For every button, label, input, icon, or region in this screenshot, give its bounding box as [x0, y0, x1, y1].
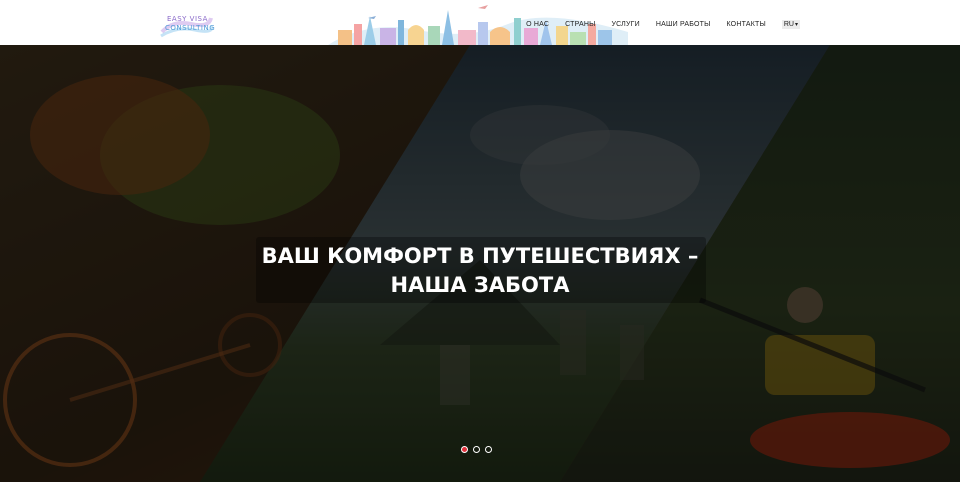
nav-item-services[interactable]: УСЛУГИ — [612, 21, 640, 28]
main-navigation: О НАС СТРАНЫ УСЛУГИ НАШИ РАБОТЫ КОНТАКТЫ… — [510, 20, 800, 29]
hero-title-line1: ВАШ КОМФОРТ В ПУТЕШЕСТВИЯХ – — [261, 244, 699, 268]
language-select-value: RU — [783, 21, 794, 28]
logo-text-line2: CONSULTING — [165, 24, 216, 32]
slider-dot-2[interactable] — [473, 446, 480, 453]
chevron-down-icon: ▾ — [794, 22, 798, 28]
hero-title: ВАШ КОМФОРТ В ПУТЕШЕСТВИЯХ – НАША ЗАБОТА — [230, 242, 730, 300]
slider-dot-1[interactable] — [461, 446, 468, 453]
site-logo[interactable]: EASY VISA CONSULTING — [159, 12, 216, 38]
nav-item-contacts[interactable]: КОНТАКТЫ — [726, 21, 765, 28]
nav-item-our-works[interactable]: НАШИ РАБОТЫ — [656, 21, 711, 28]
nav-item-about[interactable]: О НАС — [526, 21, 549, 28]
slider-pagination — [461, 446, 497, 453]
logo-text-line1: EASY VISA — [167, 15, 208, 23]
language-select[interactable]: RU ▾ — [781, 20, 800, 29]
slider-dot-3[interactable] — [485, 446, 492, 453]
site-header: EASY VISA CONSULTING О НАС СТРАНЫ УСЛУГИ… — [0, 0, 960, 45]
hero-title-line2: НАША ЗАБОТА — [390, 273, 570, 297]
nav-item-countries[interactable]: СТРАНЫ — [565, 21, 595, 28]
hero-slider: ВАШ КОМФОРТ В ПУТЕШЕСТВИЯХ – НАША ЗАБОТА — [0, 45, 960, 482]
